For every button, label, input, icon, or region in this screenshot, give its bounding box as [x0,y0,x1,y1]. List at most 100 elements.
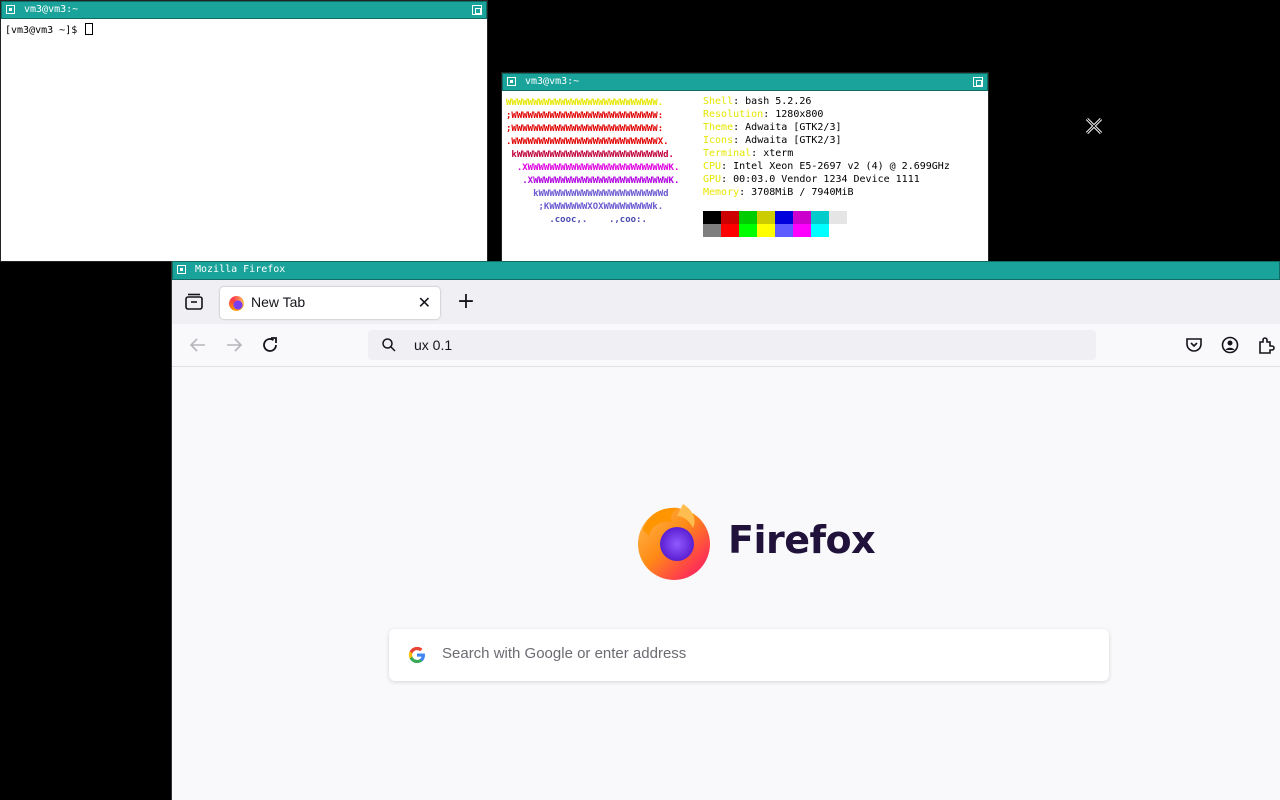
info-separator: : [721,174,734,185]
info-separator: : [733,96,746,107]
info-key: CPU [703,161,722,172]
info-row: Resolution: 1280x800 [703,108,950,121]
new-tab-page: Firefox Search with Google or enter addr… [172,367,1280,800]
new-tab-button[interactable]: + [452,288,480,316]
firefox-titlebar[interactable]: Mozilla Firefox [172,261,1280,280]
color-swatch [775,211,793,224]
info-value: 1280x800 [775,109,824,120]
terminal-2-title: vm3@vm3:~ [525,76,580,87]
firefox-wordmark: Firefox [728,518,876,562]
color-swatch [775,224,793,237]
firefox-logo-icon [638,504,710,580]
color-swatch [811,224,829,237]
info-value: 00:03.0 Vendor 1234 Device 1111 [733,174,920,185]
firefox-favicon-icon [229,296,244,311]
tab-close-icon[interactable]: ✕ [418,293,431,313]
info-key: Theme [703,122,734,133]
system-info-list: Shell: bash 5.2.26 Resolution: 1280x800 Th… [703,95,950,199]
logo-line: .XWWWWWWWWWWWWWWWWWWWWWWWWWK. [506,176,680,186]
info-row: Icons: Adwaita [GTK2/3] [703,134,950,147]
color-swatch [829,211,847,224]
window-menu-icon[interactable] [507,77,516,86]
info-key: GPU [703,174,722,185]
firefox-window-title: Mozilla Firefox [195,264,286,275]
info-value: Adwaita [GTK2/3] [745,122,842,133]
info-row: Shell: bash 5.2.26 [703,95,950,108]
color-swatch [757,224,775,237]
info-value: xterm [763,148,794,159]
info-value: 3708MiB / 7940MiB [751,187,854,198]
info-value: Intel Xeon E5-2697 v2 (4) @ 2.699GHz [733,161,950,172]
terminal-1-body[interactable]: [vm3@vm3 ~]$ [1,19,487,261]
search-placeholder: Search with Google or enter address [442,645,687,662]
logo-line: kWWWWWWWWWWWWWWWWWWWWWWWWWWWd. [506,150,674,160]
info-row: Terminal: xterm [703,147,950,160]
color-swatch [811,211,829,224]
color-swatch [721,224,739,237]
color-swatch [703,211,721,224]
info-separator: : [721,161,734,172]
info-row: GPU: 00:03.0 Vendor 1234 Device 1111 [703,173,950,186]
logo-line: ;KWWWWWWWXOXWWWWWWWWWk. [506,202,664,212]
forward-icon[interactable] [222,333,246,357]
logo-line: ;WWWWWWWWWWWWWWWWWWWWWWWWWWW: [506,124,664,134]
color-palette [703,211,847,237]
logo-line: .XWWWWWWWWWWWWWWWWWWWWWWWWWWK. [506,163,680,173]
firefox-window[interactable]: Mozilla Firefox New Tab ✕ + ux 0.1 Firef… [171,261,1280,800]
terminal-window-1[interactable]: vm3@vm3:~ [vm3@vm3 ~]$ [0,0,488,262]
extensions-icon[interactable] [1254,333,1278,357]
pocket-icon[interactable] [1182,333,1206,357]
info-key: Terminal [703,148,752,159]
url-bar[interactable]: ux 0.1 [368,330,1096,360]
info-key: Resolution [703,109,764,120]
reload-icon[interactable] [258,333,282,357]
terminal-1-titlebar[interactable]: vm3@vm3:~ [1,1,487,19]
color-swatch [703,224,721,237]
logo-line: WWWWWWWWWWWWWWWWWWWWWWWWWWWW. [506,98,664,108]
logo-line: .cooc,. .,coo:. [506,215,647,225]
color-swatch [739,224,757,237]
firefox-view-icon[interactable] [182,290,206,314]
color-swatch [793,211,811,224]
info-value: Adwaita [GTK2/3] [745,135,842,146]
google-icon [408,646,425,663]
palette-row-normal [703,211,847,224]
text-cursor [85,23,94,35]
url-text: ux 0.1 [414,337,453,353]
x-cursor-icon [1085,117,1103,135]
terminal-2-body[interactable]: WWWWWWWWWWWWWWWWWWWWWWWWWWWW. ;WWWWWWWWWW… [502,91,988,261]
maximize-icon[interactable] [472,5,482,15]
terminal-window-2[interactable]: vm3@vm3:~ WWWWWWWWWWWWWWWWWWWWWWWWWWWW.;… [501,72,989,262]
logo-line: ;WWWWWWWWWWWWWWWWWWWWWWWWWWW: [506,111,664,121]
palette-row-bright [703,224,847,237]
info-separator: : [733,122,746,133]
window-menu-icon[interactable] [177,265,186,274]
info-key: Icons [703,135,734,146]
info-row: Theme: Adwaita [GTK2/3] [703,121,950,134]
color-swatch [793,224,811,237]
tab-strip: New Tab ✕ + [172,280,1280,324]
terminal-1-prompt: [vm3@vm3 ~]$ [5,25,84,36]
color-swatch [829,224,847,237]
info-key: Memory [703,187,740,198]
google-search-box[interactable]: Search with Google or enter address [389,629,1109,681]
distro-ascii-logo: WWWWWWWWWWWWWWWWWWWWWWWWWWWW. ;WWWWWWWWWW… [506,97,679,227]
window-menu-icon[interactable] [6,5,15,14]
color-swatch [721,211,739,224]
account-icon[interactable] [1218,333,1242,357]
info-separator: : [739,187,752,198]
info-separator: : [733,135,746,146]
logo-line: kWWWWWWWWWWWWWWWWWWWWWWWd [506,189,669,199]
terminal-2-titlebar[interactable]: vm3@vm3:~ [502,73,988,91]
tab-label: New Tab [251,294,306,310]
logo-line: .WWWWWWWWWWWWWWWWWWWWWWWWWWWX. [506,137,669,147]
tab-new-tab[interactable]: New Tab ✕ [220,287,440,319]
back-icon[interactable] [186,333,210,357]
info-row: CPU: Intel Xeon E5-2697 v2 (4) @ 2.699GH… [703,160,950,173]
maximize-icon[interactable] [973,77,983,87]
terminal-1-title: vm3@vm3:~ [24,4,79,15]
info-value: bash 5.2.26 [745,96,812,107]
info-key: Shell [703,96,734,107]
info-separator: : [763,109,776,120]
info-separator: : [751,148,764,159]
